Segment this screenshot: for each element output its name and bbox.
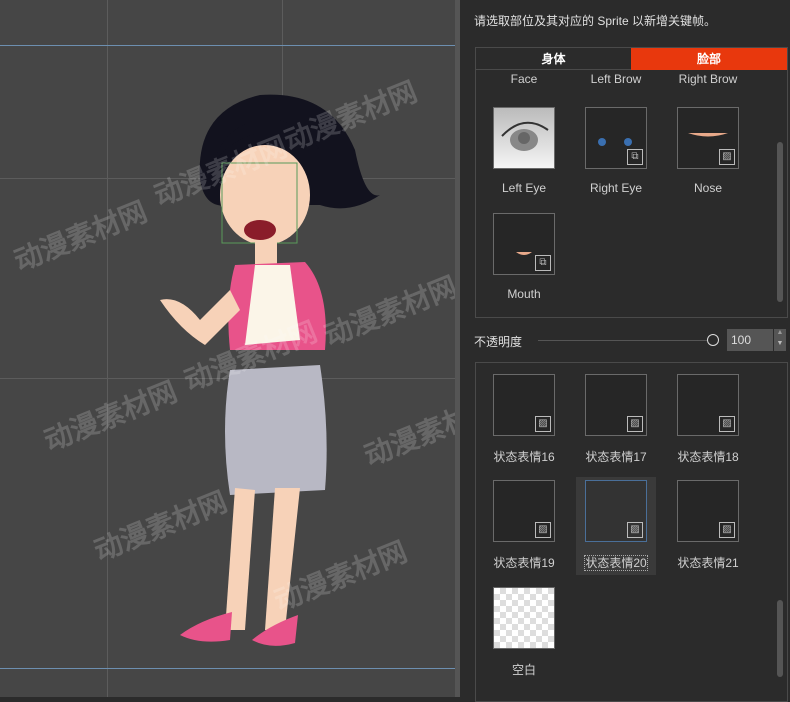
sprite-item[interactable]: ▨ 状态表情16	[484, 374, 564, 465]
part-nose[interactable]: ▨ Nose	[668, 107, 748, 195]
sprite-panel: 请选取部位及其对应的 Sprite 以新增关键帧。 身体 脸部 Face Lef…	[460, 0, 790, 702]
opacity-label: 不透明度	[474, 335, 523, 349]
parts-scrollbar[interactable]	[777, 142, 783, 302]
sprite-list-scrollbar[interactable]	[777, 600, 783, 677]
part-left-brow[interactable]: Left Brow	[576, 72, 656, 86]
image-icon: ▨	[719, 149, 735, 165]
sprite-item[interactable]: ▨ 状态表情18	[668, 374, 748, 465]
sprite-item-selected[interactable]: ▨ 状态表情20	[576, 477, 656, 575]
image-icon: ▨	[719, 416, 735, 432]
image-icon: ▨	[627, 522, 643, 538]
thumbnail: ⧉	[585, 107, 647, 169]
character-sprite[interactable]	[0, 0, 455, 697]
sprite-item[interactable]: ▨ 状态表情17	[576, 374, 656, 465]
instruction-text: 请选取部位及其对应的 Sprite 以新增关键帧。	[474, 14, 717, 28]
part-mouth[interactable]: ⧉ Mouth	[484, 213, 564, 301]
puzzle-icon: ⧉	[627, 149, 643, 165]
thumbnail: ▨	[493, 374, 555, 436]
thumbnail: ▨	[677, 374, 739, 436]
stage-canvas[interactable]: 动漫素材网 动漫素材网 动漫素材网 动漫素材网 动漫素材网 动漫素材网 动漫素材…	[0, 0, 455, 697]
spin-up-button[interactable]: ▲	[774, 329, 786, 340]
opacity-slider[interactable]	[538, 340, 708, 341]
thumbnail: ▨	[493, 480, 555, 542]
thumbnail: ▨	[585, 374, 647, 436]
sprite-item[interactable]: ▨ 状态表情19	[484, 480, 564, 571]
thumbnail: ▨	[677, 480, 739, 542]
spin-down-button[interactable]: ▼	[774, 340, 786, 351]
image-icon: ▨	[627, 416, 643, 432]
part-right-eye[interactable]: ⧉ Right Eye	[576, 107, 656, 195]
part-left-eye[interactable]: Left Eye	[484, 107, 564, 195]
sprite-item-blank[interactable]: 空白	[484, 587, 564, 678]
tab-body[interactable]: 身体	[476, 48, 631, 70]
thumbnail: ▨	[585, 480, 647, 542]
sprite-label: 状态表情20	[584, 555, 648, 571]
image-icon: ▨	[535, 416, 551, 432]
part-right-brow[interactable]: Right Brow	[668, 72, 748, 86]
thumbnail: ▨	[677, 107, 739, 169]
thumbnail: ⧉	[493, 213, 555, 275]
tab-face[interactable]: 脸部	[631, 48, 787, 70]
opacity-input[interactable]: 100	[727, 329, 773, 351]
opacity-slider-knob[interactable]	[707, 334, 719, 346]
sprite-item[interactable]: ▨ 状态表情21	[668, 480, 748, 571]
eye-preview-thumbnail	[493, 107, 555, 169]
image-icon: ▨	[535, 522, 551, 538]
part-face[interactable]: Face	[484, 72, 564, 86]
transparent-thumbnail	[493, 587, 555, 649]
image-icon: ▨	[719, 522, 735, 538]
puzzle-icon: ⧉	[535, 255, 551, 271]
